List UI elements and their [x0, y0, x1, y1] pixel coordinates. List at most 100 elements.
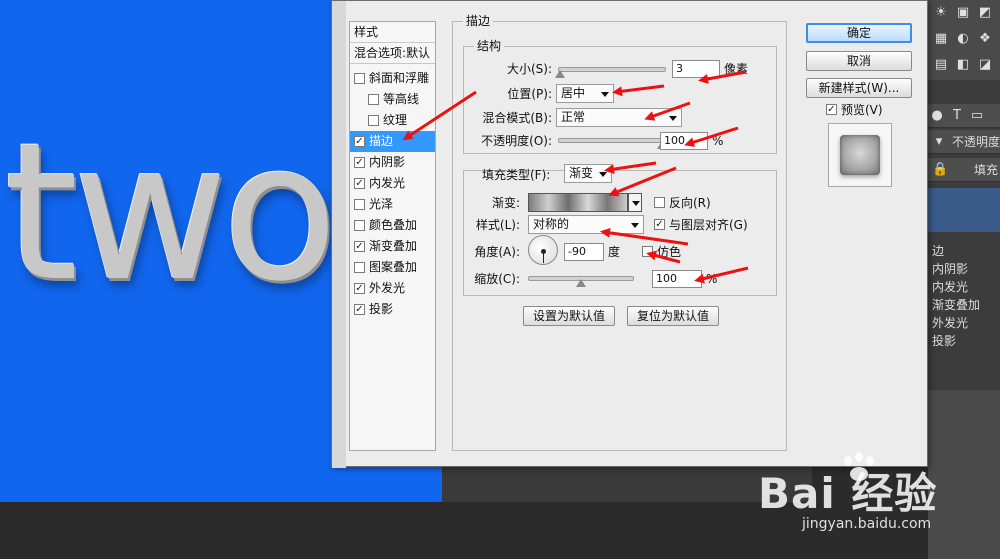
set-default-button[interactable]: 设置为默认值	[523, 306, 615, 326]
contour-checkbox[interactable]	[368, 94, 379, 105]
size-unit: 像素	[724, 62, 749, 76]
style-item-drop-shadow[interactable]: ✓ 投影	[350, 299, 435, 320]
fill-type-select-value: 渐变	[569, 166, 594, 180]
blend-mode-caret-icon[interactable]: ▾	[932, 135, 946, 149]
chevron-down-icon	[631, 223, 639, 228]
balance-icon[interactable]: ◐	[956, 32, 970, 46]
structure-group: 结构 大小(S): 3 像素 位置(P): 居中 混合模式(B): 正常 不透明…	[463, 39, 777, 154]
style-item-outer-glow[interactable]: ✓ 外发光	[350, 278, 435, 299]
new-style-button[interactable]: 新建样式(W)...	[806, 78, 912, 98]
invert-icon[interactable]: ◧	[956, 58, 970, 72]
gradient-picker-button[interactable]	[628, 193, 642, 212]
pattern-overlay-checkbox[interactable]	[354, 262, 365, 273]
style-item-label: 图案叠加	[369, 260, 418, 274]
gradient-style-select[interactable]: 对称的	[528, 215, 644, 234]
blending-options-item[interactable]: 混合选项:默认	[350, 43, 435, 64]
layer-style-dialog: 样式 混合选项:默认 斜面和浮雕 等高线 纹理 ✓ 描边 ✓ 内阴影 ✓ 内发光…	[331, 0, 928, 468]
scale-slider-handle[interactable]	[576, 279, 586, 287]
satin-checkbox[interactable]	[354, 199, 365, 210]
inner-shadow-checkbox[interactable]: ✓	[354, 157, 365, 168]
style-item-gradient-overlay[interactable]: ✓ 渐变叠加	[350, 236, 435, 257]
opacity-unit: %	[712, 134, 724, 148]
style-item-color-overlay[interactable]: 颜色叠加	[350, 215, 435, 236]
gradient-overlay-checkbox[interactable]: ✓	[354, 241, 365, 252]
styles-header[interactable]: 样式	[350, 22, 435, 43]
reverse-checkbox[interactable]	[654, 197, 665, 208]
style-item-label: 渐变叠加	[369, 239, 418, 253]
curves-icon[interactable]: ▣	[956, 6, 970, 20]
canvas-text-layer: two	[4, 102, 338, 323]
layer-effect-item[interactable]: 投影	[932, 332, 956, 349]
align-with-layer-checkbox[interactable]: ✓	[654, 219, 665, 230]
style-item-satin[interactable]: 光泽	[350, 194, 435, 215]
inner-glow-checkbox[interactable]: ✓	[354, 178, 365, 189]
lock-icon[interactable]: 🔒	[932, 163, 948, 177]
fill-type-select[interactable]: 渐变	[564, 164, 612, 183]
style-item-label: 等高线	[383, 92, 420, 106]
drop-shadow-checkbox[interactable]: ✓	[354, 304, 365, 315]
layer-effect-item[interactable]: 内阴影	[932, 260, 968, 277]
opacity-slider[interactable]	[558, 138, 662, 143]
selected-layer[interactable]	[928, 188, 1000, 232]
style-item-inner-glow[interactable]: ✓ 内发光	[350, 173, 435, 194]
scale-input[interactable]: 100	[652, 270, 702, 288]
position-select[interactable]: 居中	[556, 84, 614, 103]
layer-effect-item[interactable]: 外发光	[932, 314, 968, 331]
style-list: 样式 混合选项:默认 斜面和浮雕 等高线 纹理 ✓ 描边 ✓ 内阴影 ✓ 内发光…	[349, 21, 436, 451]
style-item-contour[interactable]: 等高线	[350, 89, 435, 110]
mixer-icon[interactable]: ▤	[934, 58, 948, 72]
stroke-group-title: 描边	[463, 14, 494, 28]
pixel-filter-icon[interactable]: ●	[930, 109, 944, 123]
ok-button[interactable]: 确定	[806, 23, 912, 43]
chevron-down-icon	[669, 116, 677, 121]
style-preview-swatch	[840, 135, 880, 175]
blend-mode-select[interactable]: 正常	[556, 108, 682, 127]
dither-checkbox[interactable]	[642, 246, 653, 257]
layer-filter-row: ● T ▭	[928, 104, 1000, 128]
style-preview-thumbnail	[828, 123, 892, 187]
size-input[interactable]: 3	[672, 60, 720, 78]
structure-group-title: 结构	[474, 39, 505, 53]
cancel-button[interactable]: 取消	[806, 51, 912, 71]
chevron-down-icon	[599, 172, 607, 177]
opacity-label[interactable]: 不透明度	[952, 130, 1000, 154]
angle-input[interactable]: -90	[564, 243, 604, 261]
size-slider[interactable]	[558, 67, 666, 72]
fill-row: 🔒 填充	[928, 158, 1000, 182]
style-item-stroke[interactable]: ✓ 描边	[350, 131, 435, 152]
style-item-pattern-overlay[interactable]: 图案叠加	[350, 257, 435, 278]
position-label: 位置(P):	[507, 87, 552, 101]
threshold-icon[interactable]: ◪	[978, 58, 992, 72]
color-icon[interactable]: ❖	[978, 32, 992, 46]
baidu-watermark: Bai 经验 jingyan.baidu.com	[758, 452, 948, 555]
brightness-icon[interactable]: ☀	[934, 6, 948, 20]
style-item-inner-shadow[interactable]: ✓ 内阴影	[350, 152, 435, 173]
panel-toolbar: ☀ ▣ ◩ ▦ ◐ ❖ ▤ ◧ ◪	[928, 0, 1000, 80]
style-item-texture[interactable]: 纹理	[350, 110, 435, 131]
preview-checkbox[interactable]: ✓	[826, 104, 837, 115]
size-slider-handle[interactable]	[555, 70, 566, 78]
layer-effect-item[interactable]: 渐变叠加	[932, 296, 980, 313]
layer-effect-item[interactable]: 边	[932, 242, 944, 259]
reverse-label: 反向(R)	[669, 196, 711, 210]
grid-icon[interactable]: ▦	[934, 32, 948, 46]
blend-mode-label: 混合模式(B):	[482, 111, 552, 125]
stroke-group: 描边 结构 大小(S): 3 像素 位置(P): 居中 混合模式(B): 正常 …	[452, 14, 787, 451]
color-overlay-checkbox[interactable]	[354, 220, 365, 231]
stroke-checkbox[interactable]: ✓	[354, 136, 365, 147]
type-filter-icon[interactable]: T	[950, 109, 964, 123]
opacity-input[interactable]: 100	[660, 132, 708, 150]
angle-dial[interactable]	[528, 235, 558, 265]
reset-default-button[interactable]: 复位为默认值	[627, 306, 719, 326]
shape-filter-icon[interactable]: ▭	[970, 109, 984, 123]
fill-label[interactable]: 填充	[974, 158, 998, 182]
outer-glow-checkbox[interactable]: ✓	[354, 283, 365, 294]
angle-center	[541, 249, 546, 254]
texture-checkbox[interactable]	[368, 115, 379, 126]
gradient-style-label: 样式(L):	[475, 218, 520, 232]
gradient-preview[interactable]	[528, 193, 628, 212]
layer-effect-item[interactable]: 内发光	[932, 278, 968, 295]
style-item-bevel[interactable]: 斜面和浮雕	[350, 68, 435, 89]
bevel-checkbox[interactable]	[354, 73, 365, 84]
levels-icon[interactable]: ◩	[978, 6, 992, 20]
